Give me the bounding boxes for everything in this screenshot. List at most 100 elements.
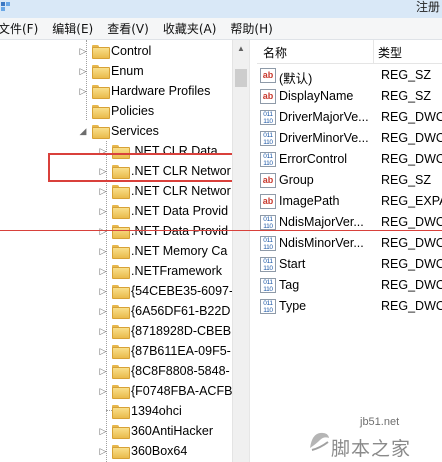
tree-item[interactable]: ▷ Control: [78, 41, 151, 61]
pane-splitter[interactable]: [249, 40, 257, 462]
value-name: DriverMajorVe...: [279, 110, 369, 124]
tree-item[interactable]: ▷ {8C8F8808-5848-: [98, 361, 230, 381]
value-name: (默认): [279, 72, 313, 86]
value-row[interactable]: ab Group REG_SZ: [257, 170, 442, 191]
column-name-header[interactable]: 名称: [263, 44, 287, 61]
expand-arrow-icon[interactable]: ▷: [78, 41, 88, 61]
tree-item[interactable]: ▷ {F0748FBA-ACFB-: [98, 381, 232, 401]
value-row[interactable]: ab ImagePath REG_EXPA: [257, 191, 442, 212]
value-row[interactable]: ab DisplayName REG_SZ: [257, 86, 442, 107]
value-name: Type: [279, 299, 307, 313]
tree-item-label: .NETFramework: [131, 264, 222, 278]
tree-item[interactable]: Policies: [78, 101, 154, 121]
tree-item[interactable]: 1394ohci: [98, 401, 182, 421]
values-column-header: 名称 类型: [257, 40, 442, 64]
string-value-icon: ab: [260, 68, 276, 83]
expand-arrow-icon[interactable]: ▷: [78, 61, 88, 81]
folder-icon: [112, 305, 130, 319]
expand-arrow-icon[interactable]: ▷: [98, 381, 108, 401]
menu-edit[interactable]: 编辑(E): [52, 20, 93, 37]
value-row[interactable]: 011 110 Tag REG_DWO: [257, 275, 442, 296]
value-name: NdisMinorVer...: [279, 236, 364, 250]
expand-arrow-icon[interactable]: ▷: [78, 81, 88, 101]
tree-item-label: 1394ohci: [131, 404, 182, 418]
tree-item-label: .NET Data Provid: [131, 204, 229, 218]
folder-icon: [112, 225, 130, 239]
value-name: Tag: [279, 278, 300, 292]
values-pane[interactable]: 名称 类型 ab (默认) REG_SZ ab DisplayName REG_SZ 011…: [257, 40, 442, 462]
column-separator[interactable]: [373, 40, 374, 64]
expand-arrow-icon[interactable]: ▷: [98, 281, 108, 301]
binary-value-icon: 011 110: [260, 152, 276, 167]
value-name: Group: [279, 173, 314, 187]
expand-arrow-icon[interactable]: ▷: [98, 241, 108, 261]
scroll-thumb[interactable]: [235, 69, 247, 87]
value-row[interactable]: 011 110 NdisMinorVer... REG_DWO: [257, 233, 442, 254]
tree-item[interactable]: ▷ 360Box64: [98, 441, 187, 461]
watermark-logo-icon: [310, 432, 329, 451]
expand-arrow-icon[interactable]: ▷: [98, 341, 108, 361]
expand-arrow-icon[interactable]: ▷: [98, 301, 108, 321]
expand-arrow-icon[interactable]: ▷: [98, 181, 108, 201]
tree-item[interactable]: ▷ {8718928D-CBEB: [98, 321, 231, 341]
folder-icon: [92, 105, 110, 119]
menu-help[interactable]: 帮助(H): [230, 20, 272, 37]
folder-icon: [92, 65, 110, 79]
menu-file[interactable]: 文件(F): [0, 20, 38, 37]
expand-arrow-icon[interactable]: ▷: [98, 201, 108, 221]
watermark-url: jb51.net: [360, 416, 400, 428]
tree-scrollbar[interactable]: ▲: [232, 40, 249, 462]
tree-item[interactable]: ▷ {6A56DF61-B22D: [98, 301, 230, 321]
tree-item-label: .NET Memory Ca: [131, 244, 228, 258]
tree-item-label: .NET CLR Networ: [131, 184, 231, 198]
tree-item[interactable]: ▷ .NETFramework: [98, 261, 222, 281]
value-row[interactable]: ab (默认) REG_SZ: [257, 65, 442, 86]
value-row[interactable]: 011 110 DriverMajorVe... REG_DWO: [257, 107, 442, 128]
tree-item-label: Enum: [111, 64, 144, 78]
expand-arrow-icon[interactable]: ▷: [98, 261, 108, 281]
tree-item[interactable]: ▷ Hardware Profiles: [78, 81, 210, 101]
tree-item[interactable]: ◢ Services: [78, 121, 159, 141]
folder-icon: [112, 245, 130, 259]
expand-arrow-icon[interactable]: ▷: [98, 321, 108, 341]
folder-icon: [112, 445, 130, 459]
value-type: REG_DWO: [381, 236, 442, 250]
scroll-up-arrow-icon[interactable]: ▲: [233, 40, 249, 57]
column-type-header[interactable]: 类型: [378, 44, 402, 61]
registry-tree[interactable]: ▷ Control ▷ Enum ▷ Hardware Profiles Policies ◢…: [0, 40, 232, 462]
string-value-icon: ab: [260, 194, 276, 209]
tree-item-label: {F0748FBA-ACFB-: [131, 384, 232, 398]
collapse-arrow-icon[interactable]: ◢: [78, 121, 88, 141]
binary-value-icon: 011 110: [260, 257, 276, 272]
menu-favorites[interactable]: 收藏夹(A): [163, 20, 217, 37]
menu-view[interactable]: 查看(V): [107, 20, 149, 37]
value-name: DriverMinorVe...: [279, 131, 369, 145]
value-type: REG_SZ: [381, 68, 432, 82]
folder-icon: [112, 425, 130, 439]
value-name: NdisMajorVer...: [279, 215, 364, 229]
value-name: ImagePath: [279, 194, 340, 208]
value-row[interactable]: 011 110 ErrorControl REG_DWO: [257, 149, 442, 170]
tree-item[interactable]: ▷ {87B611EA-09F5-: [98, 341, 231, 361]
tree-item[interactable]: ▷ .NET CLR Networ: [98, 181, 231, 201]
value-row[interactable]: 011 110 Start REG_DWO: [257, 254, 442, 275]
tree-item[interactable]: ▷ 360AntiHacker: [98, 421, 213, 441]
menu-bar: 文件(F) 编辑(E) 查看(V) 收藏夹(A) 帮助(H): [0, 18, 442, 40]
folder-icon: [112, 265, 130, 279]
tree-item[interactable]: ▷ Enum: [78, 61, 144, 81]
tree-item[interactable]: ▷ {54CEBE35-6097-: [98, 281, 232, 301]
tree-item[interactable]: ▷ .NET Data Provid: [98, 201, 228, 221]
expand-arrow-icon[interactable]: ▷: [98, 441, 108, 461]
value-row[interactable]: 011 110 Type REG_DWO: [257, 296, 442, 317]
expand-arrow-icon[interactable]: ▷: [98, 221, 108, 241]
expand-arrow-icon[interactable]: ▷: [98, 361, 108, 381]
value-row[interactable]: 011 110 DriverMinorVe... REG_DWO: [257, 128, 442, 149]
folder-icon: [92, 125, 110, 139]
tree-item-label: 360AntiHacker: [131, 424, 213, 438]
expand-arrow-icon[interactable]: ▷: [98, 421, 108, 441]
tree-item[interactable]: ▷ .NET Memory Ca: [98, 241, 227, 261]
value-type: REG_DWO: [381, 215, 442, 229]
tree-item[interactable]: ▷ .NET Data Provid: [98, 221, 228, 241]
tree-item-label: {87B611EA-09F5-: [131, 344, 231, 358]
folder-icon: [112, 345, 130, 359]
